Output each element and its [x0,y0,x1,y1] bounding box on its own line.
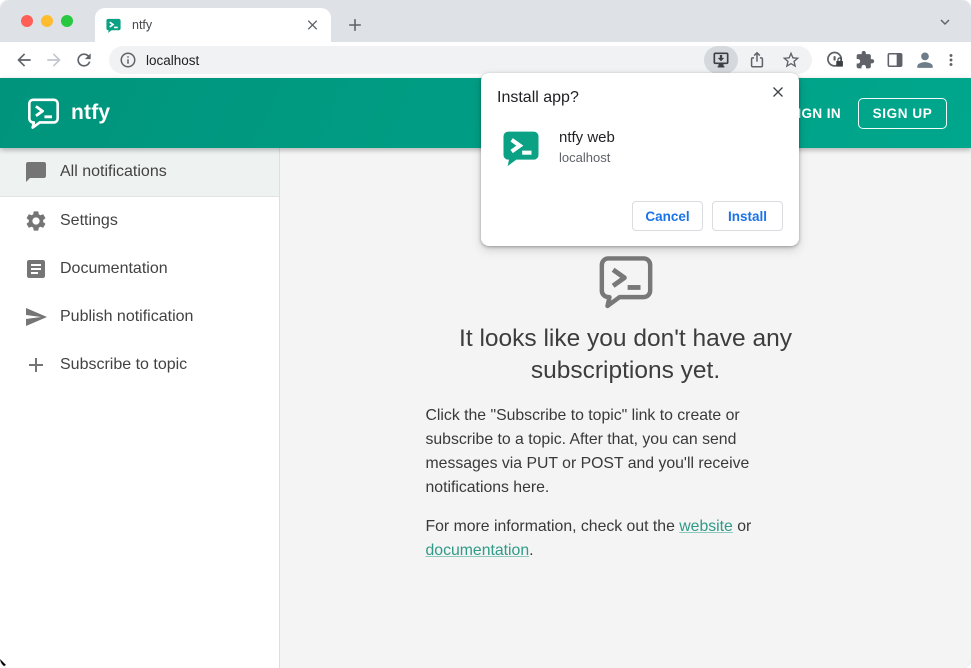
browser-tab-ntfy[interactable]: ntfy [95,8,331,42]
maximize-window-button[interactable] [61,15,73,27]
password-manager-icon[interactable] [820,46,850,74]
address-bar[interactable]: localhost [109,46,812,74]
reload-icon[interactable] [69,46,99,74]
paragraph2-prefix: For more information, check out the [425,518,680,535]
sidebar-item-settings[interactable]: Settings [0,197,279,245]
tab-close-icon[interactable] [304,17,321,34]
browser-window: ntfy localhost ntfy SIGN IN SIGN UP All … [0,0,971,668]
sidebar-item-label: All notifications [60,163,167,180]
share-icon[interactable] [742,46,772,74]
tab-title: ntfy [132,18,153,32]
paragraph2-middle: or [732,518,752,535]
profile-avatar[interactable] [910,46,940,74]
sign-up-button[interactable]: SIGN UP [858,97,947,129]
sidebar-item-label: Publish notification [60,308,194,325]
empty-state-paragraph: Click the "Subscribe to topic" link to c… [425,407,750,496]
traffic-lights [21,15,73,27]
documentation-link[interactable]: documentation [426,542,530,559]
website-link[interactable]: website [679,518,733,535]
paragraph2-suffix: . [529,542,534,559]
bookmark-star-icon[interactable] [776,46,806,74]
chat-bubble-icon [26,162,46,182]
dialog-app-name: ntfy web [559,129,615,146]
url-text[interactable]: localhost [146,53,704,68]
minimize-window-button[interactable] [41,15,53,27]
empty-state-heading: It looks like you don't have any subscri… [459,325,792,384]
sidebar-item-label: Settings [60,212,118,229]
ntfy-empty-state-icon [595,252,657,310]
site-info-icon[interactable] [119,51,137,69]
tab-strip: ntfy [0,0,971,42]
article-icon [27,260,45,278]
close-window-button[interactable] [21,15,33,27]
ntfy-favicon [105,17,122,34]
ntfy-app-icon [500,127,542,169]
side-panel-icon[interactable] [880,46,910,74]
cancel-button[interactable]: Cancel [632,201,703,231]
new-tab-button[interactable] [343,13,367,37]
install-app-dialog: Install app? ntfy web localhost Cancel I… [481,73,799,246]
plus-icon [29,358,43,372]
sidebar-item-all-notifications[interactable]: All notifications [0,148,279,196]
sidebar-item-documentation[interactable]: Documentation [0,245,279,293]
gear-icon [26,211,46,231]
dialog-close-icon[interactable] [769,83,787,101]
sidebar-item-label: Subscribe to topic [60,356,188,373]
install-button[interactable]: Install [712,201,783,231]
browser-menu-icon[interactable] [940,46,962,74]
sidebar: All notifications Settings Documentation… [0,148,280,668]
extensions-puzzle-icon[interactable] [850,46,880,74]
app-brand: ntfy [71,101,111,124]
sidebar-item-publish-notification[interactable]: Publish notification [0,293,279,341]
mouse-cursor [0,659,6,668]
send-icon [26,308,47,326]
tab-search-chevron-icon[interactable] [937,14,953,30]
dialog-title: Install app? [497,89,579,106]
back-icon[interactable] [9,46,39,74]
forward-icon[interactable] [39,46,69,74]
empty-state-links-paragraph: For more information, check out the webs… [426,515,778,563]
sidebar-item-subscribe-to-topic[interactable]: Subscribe to topic [0,341,279,389]
sidebar-item-label: Documentation [60,260,168,277]
install-app-icon[interactable] [704,46,738,74]
ntfy-logo-icon [27,98,60,130]
dialog-app-origin: localhost [559,150,611,165]
